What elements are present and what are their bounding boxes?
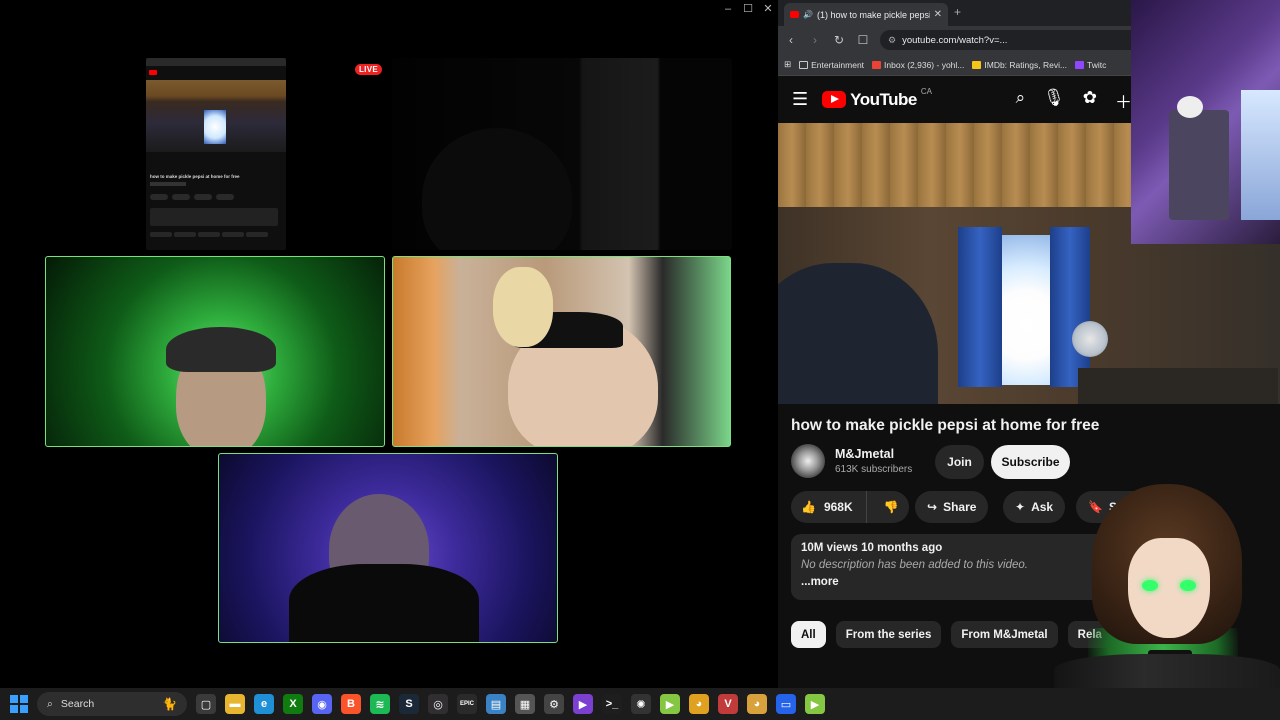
apps-icon[interactable]: ⊞ — [784, 59, 791, 70]
subscriber-count: 613K subscribers — [835, 464, 913, 475]
channel-name[interactable]: M&Jmetal — [835, 447, 912, 461]
taskbar-search[interactable]: ⌕ Search 🐈 — [37, 692, 187, 716]
participant-tile-orange[interactable] — [392, 256, 731, 447]
bookmark-icon[interactable]: ☐ — [856, 33, 870, 47]
youtube-favicon-icon — [790, 11, 799, 18]
rumble-icon[interactable]: ▶ — [660, 694, 680, 714]
twitch-icon — [1075, 60, 1085, 69]
brave-icon[interactable]: B — [341, 694, 361, 714]
avatar-eye-left — [1142, 580, 1158, 591]
minimize-button[interactable]: – — [723, 2, 733, 16]
xbox-icon[interactable]: X — [283, 694, 303, 714]
screen-share-preview: how to make pickle pepsi at home for fre… — [146, 58, 286, 250]
dislike-button[interactable]: 👎 — [873, 491, 909, 523]
bookmark-gmail[interactable]: Inbox (2,936) - yohl... — [872, 60, 964, 70]
sparkle-icon: ✦ — [1015, 500, 1026, 514]
new-tab-button[interactable]: + — [954, 5, 961, 19]
taskbar: ⌕ Search 🐈 ▢ ▬ e X ◉ B ≋ S ◎ EPIC ▤ ▦ ⚙ ▶ >_ ✺ ▶ ◕ V ◕ ▭ ▶ — [0, 688, 1280, 720]
rumble-2-icon[interactable]: ▶ — [805, 694, 825, 714]
bookmark-entertainment[interactable]: Entertainment — [799, 60, 864, 70]
maximize-button[interactable]: ☐ — [743, 2, 753, 16]
country-code: CA — [920, 87, 932, 96]
edge-icon[interactable]: e — [254, 694, 274, 714]
channel-info: M&Jmetal 613K subscribers — [791, 444, 912, 478]
participant-tile-purple[interactable] — [218, 453, 558, 643]
share-button[interactable]: ↪ Share — [915, 491, 989, 523]
like-button[interactable]: 👍 968K — [791, 491, 868, 523]
terminal-icon[interactable]: >_ — [602, 694, 622, 714]
obs-icon[interactable]: ◎ — [428, 694, 448, 714]
microphone-icon[interactable]: 🎙 — [1043, 88, 1065, 113]
extension-icon[interactable]: ✿ — [1083, 88, 1097, 113]
youtube-logo-icon — [149, 69, 157, 75]
discord-icon[interactable]: ◉ — [312, 694, 332, 714]
youtube-play-icon — [822, 91, 847, 108]
search-icon: ⌕ — [47, 697, 53, 710]
pinned-apps: ▢ ▬ e X ◉ B ≋ S ◎ EPIC ▤ ▦ ⚙ ▶ >_ ✺ ▶ ◕ V ◕ ▭ ▶ — [196, 694, 825, 714]
join-button[interactable]: Join — [935, 445, 984, 479]
steelseries-icon[interactable]: ✺ — [631, 694, 651, 714]
calculator-icon[interactable]: ▦ — [515, 694, 535, 714]
forward-icon[interactable]: › — [808, 33, 822, 47]
youtube-logo[interactable]: YouTube CA — [822, 87, 932, 110]
media-app-icon[interactable]: ▶ — [573, 694, 593, 714]
site-settings-icon[interactable]: ⚙ — [888, 35, 896, 46]
share-icon: ↪ — [927, 500, 938, 514]
screen-share-tile[interactable]: how to make pickle pepsi at home for fre… — [146, 58, 286, 250]
menu-icon[interactable]: ☰ — [792, 89, 808, 110]
live-badge: LIVE — [355, 64, 382, 75]
start-button[interactable] — [10, 695, 28, 713]
bookmark-twitch[interactable]: Twitc — [1075, 60, 1106, 70]
settings-icon[interactable]: ⚙ — [544, 694, 564, 714]
file-explorer-icon[interactable]: ▬ — [225, 694, 245, 714]
avatar-eye-right — [1180, 580, 1196, 591]
screen-share-video-title: how to make pickle pepsi at home for fre… — [150, 174, 240, 179]
back-icon[interactable]: ‹ — [784, 33, 798, 47]
close-button[interactable]: ✕ — [763, 2, 773, 16]
create-icon[interactable]: ＋ — [1115, 88, 1132, 113]
participant-tile-dark-room[interactable] — [392, 58, 732, 250]
tab-title: (1) how to make pickle pepsi — [816, 9, 930, 20]
chip-from-the-series[interactable]: From the series — [835, 621, 942, 648]
like-dislike-group: 👍 968K 👎 — [791, 491, 909, 523]
close-tab-button[interactable]: ✕ — [934, 9, 942, 20]
cat-tree — [1169, 110, 1229, 220]
header-actions: ⌕ 🎙 ✿ ＋ — [1016, 88, 1132, 113]
chip-from-channel[interactable]: From M&Jmetal — [951, 621, 1058, 648]
chrome-icon[interactable]: ◕ — [689, 694, 709, 714]
speaker-icon[interactable]: 🔊 — [803, 10, 813, 19]
thumbs-down-icon: 👎 — [883, 500, 899, 514]
search-highlight-icon: 🐈 — [162, 697, 177, 711]
bookmark-imdb[interactable]: IMDb: Ratings, Revi... — [972, 60, 1067, 70]
channel-avatar[interactable] — [791, 444, 825, 478]
chip-all[interactable]: All — [791, 621, 826, 648]
imdb-icon — [972, 60, 982, 69]
window-controls: – ☐ ✕ — [723, 2, 773, 16]
app-blue-icon[interactable]: ▭ — [776, 694, 796, 714]
vivaldi-icon[interactable]: V — [718, 694, 738, 714]
like-count: 968K — [823, 500, 853, 514]
folder-icon — [799, 60, 809, 69]
vtuber-avatar — [1052, 478, 1280, 694]
gmail-icon — [872, 60, 882, 69]
video-call-window: – ☐ ✕ how to make pickle pepsi at home f… — [0, 0, 777, 688]
task-view-icon[interactable]: ▢ — [196, 694, 216, 714]
thumbs-up-icon: 👍 — [801, 500, 816, 514]
chrome-active-icon[interactable]: ◕ — [747, 694, 767, 714]
steam-icon[interactable]: S — [399, 694, 419, 714]
desktop: – ☐ ✕ how to make pickle pepsi at home f… — [0, 0, 1280, 720]
subscribe-button[interactable]: Subscribe — [991, 445, 1070, 479]
notepad-icon[interactable]: ▤ — [486, 694, 506, 714]
video-title: how to make pickle pepsi at home for fre… — [791, 417, 1100, 434]
fan-icon — [1072, 321, 1108, 357]
epic-games-icon[interactable]: EPIC — [457, 694, 477, 714]
participant-tile-green[interactable] — [45, 256, 385, 447]
search-placeholder: Search — [60, 698, 95, 710]
reload-icon[interactable]: ↻ — [832, 33, 846, 47]
spotify-icon[interactable]: ≋ — [370, 694, 390, 714]
search-icon[interactable]: ⌕ — [1016, 88, 1026, 113]
webcam-overlay — [1131, 0, 1280, 244]
tab-youtube[interactable]: 🔊 (1) how to make pickle pepsi ✕ — [784, 3, 948, 26]
